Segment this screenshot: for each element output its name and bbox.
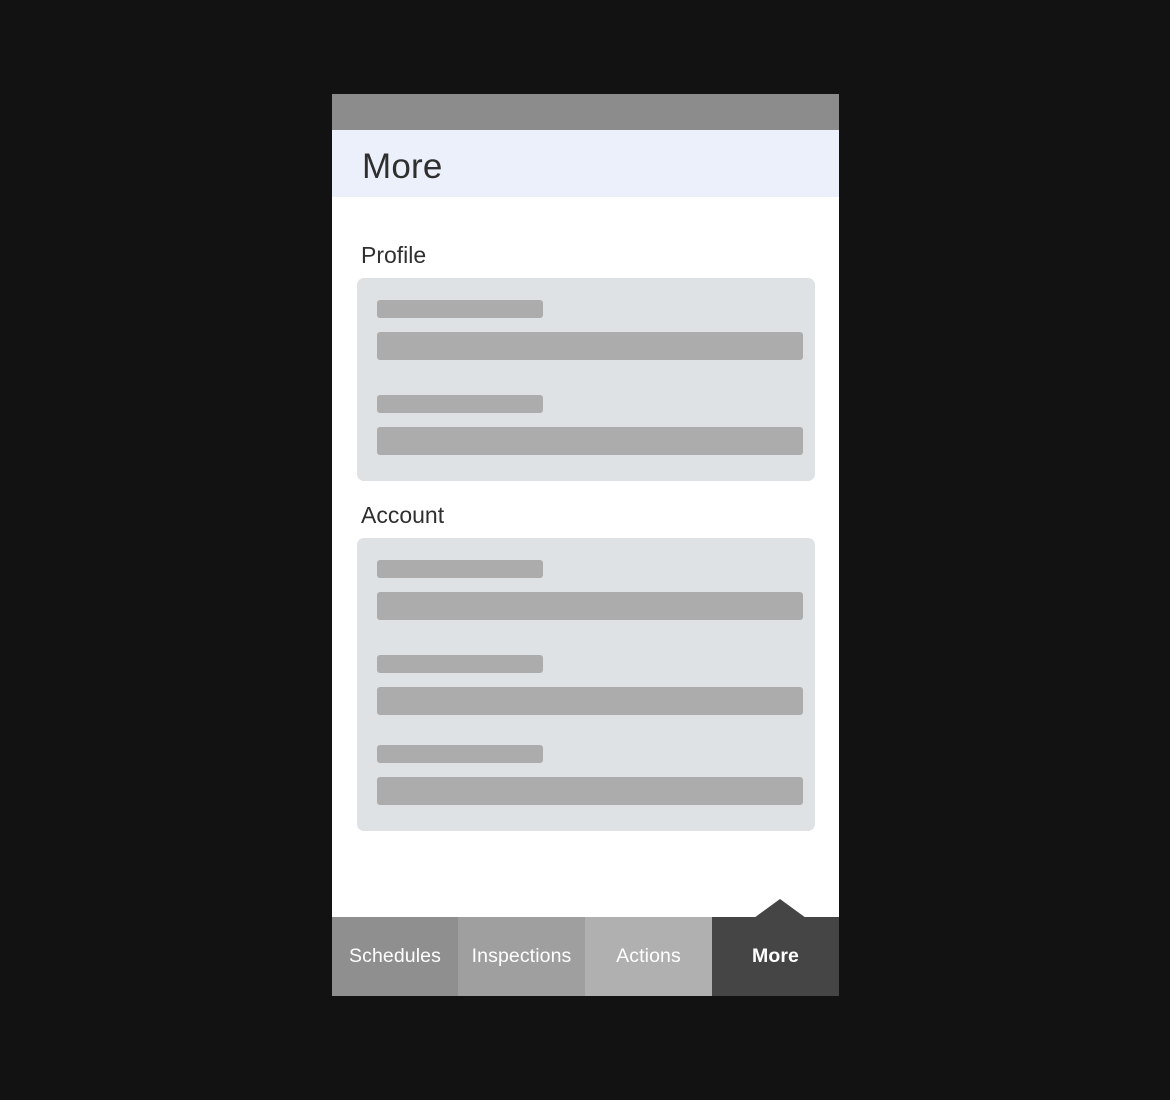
tab-inspections[interactable]: Inspections — [458, 917, 585, 996]
page-title: More — [362, 147, 443, 186]
placeholder-field[interactable] — [377, 427, 803, 455]
placeholder-field[interactable] — [377, 777, 803, 805]
active-tab-indicator — [754, 899, 806, 918]
tab-schedules[interactable]: Schedules — [332, 917, 458, 996]
tab-more[interactable]: More — [712, 917, 839, 996]
section-title-account: Account — [361, 502, 445, 528]
tab-label: Actions — [616, 945, 681, 967]
app-header: More — [332, 130, 839, 197]
tab-label: Inspections — [471, 945, 572, 967]
section-title-profile: Profile — [361, 242, 427, 268]
placeholder-label — [377, 395, 543, 413]
tab-actions[interactable]: Actions — [585, 917, 712, 996]
placeholder-field[interactable] — [377, 332, 803, 360]
tab-label: Schedules — [349, 945, 441, 967]
tab-label: More — [752, 945, 799, 967]
placeholder-field[interactable] — [377, 592, 803, 620]
status-bar — [332, 94, 839, 130]
account-card — [357, 538, 815, 831]
placeholder-label — [377, 655, 543, 673]
placeholder-field[interactable] — [377, 687, 803, 715]
placeholder-label — [377, 560, 543, 578]
phone-screen: More Profile Account Schedules Inspectio… — [332, 94, 839, 996]
bottom-nav: Schedules Inspections Actions More — [332, 917, 839, 996]
placeholder-label — [377, 300, 543, 318]
placeholder-label — [377, 745, 543, 763]
profile-card — [357, 278, 815, 481]
